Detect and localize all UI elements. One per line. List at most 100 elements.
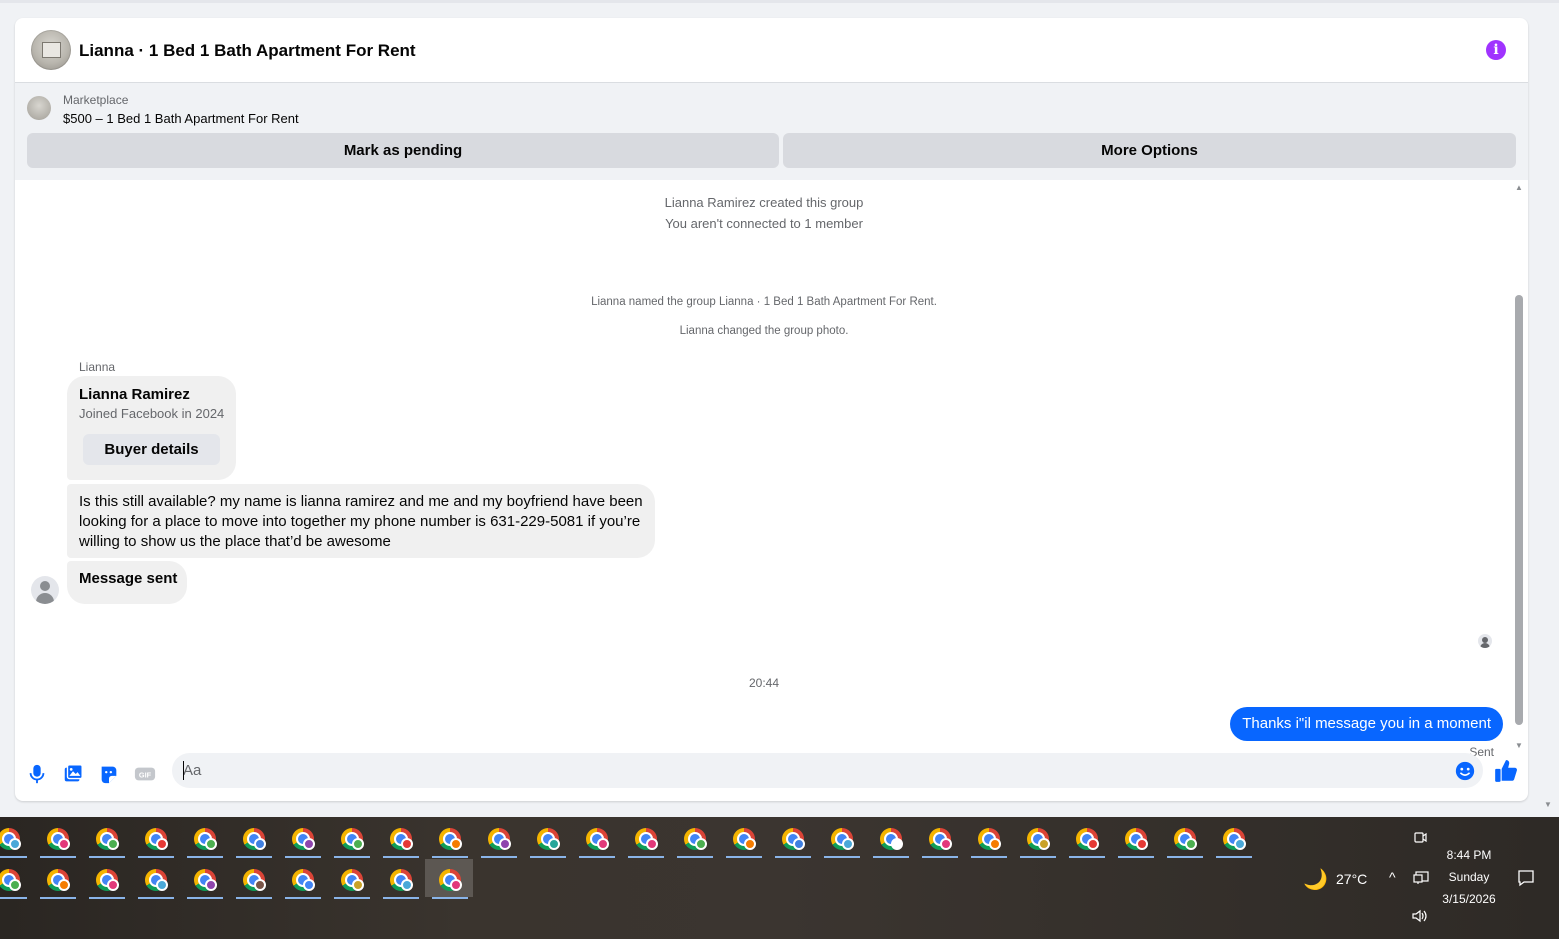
chrome-profile-icon[interactable] (530, 825, 566, 858)
contact-avatar[interactable] (31, 576, 59, 604)
sticker-icon[interactable] (98, 763, 120, 785)
sender-name: Lianna (79, 360, 116, 374)
incoming-message[interactable]: Is this still available? my name is lian… (67, 484, 655, 558)
microphone-icon[interactable] (26, 763, 48, 785)
svg-text:GIF: GIF (139, 771, 152, 780)
running-indicator (1216, 856, 1252, 858)
weather-temperature[interactable]: 27°C (1336, 871, 1367, 887)
chrome-profile-icon[interactable] (0, 866, 27, 899)
chrome-profile-icon[interactable] (0, 825, 27, 858)
network-icon[interactable] (1413, 871, 1429, 885)
system-message: You aren't connected to 1 member (665, 216, 863, 231)
profile-badge-icon (352, 838, 364, 850)
running-indicator (236, 856, 272, 858)
moon-icon[interactable]: 🌙 (1303, 867, 1328, 892)
chrome-profile-icon[interactable] (334, 825, 370, 858)
scrollbar-thumb[interactable] (1515, 295, 1523, 725)
chrome-profile-icon[interactable] (481, 825, 517, 858)
chrome-profile-icon[interactable] (677, 825, 713, 858)
chrome-profile-icon[interactable] (89, 866, 125, 899)
profile-badge-icon (401, 838, 413, 850)
chrome-profile-icon[interactable] (775, 825, 811, 858)
chrome-profile-icon[interactable] (334, 866, 370, 899)
chrome-profile-icon[interactable] (383, 825, 419, 858)
buyer-card: Lianna Ramirez Joined Facebook in 2024 B… (67, 376, 236, 480)
running-indicator (187, 897, 223, 899)
chrome-profile-icon[interactable] (285, 866, 321, 899)
scroll-down-arrow[interactable]: ▼ (1514, 741, 1524, 750)
message-input[interactable] (172, 753, 1483, 788)
profile-badge-icon (205, 838, 217, 850)
chrome-profile-icon[interactable] (138, 825, 174, 858)
listing-thumbnail[interactable] (27, 96, 51, 120)
profile-badge-icon (9, 879, 21, 891)
profile-badge-icon (1185, 838, 1197, 850)
chrome-profile-icon[interactable] (236, 866, 272, 899)
incoming-message-text: Is this still available? my name is lian… (79, 493, 643, 550)
chrome-profile-icon[interactable] (285, 825, 321, 858)
chrome-profile-icon[interactable] (40, 866, 76, 899)
running-indicator (89, 897, 125, 899)
profile-badge-icon (989, 838, 1001, 850)
chrome-profile-icon[interactable] (824, 825, 860, 858)
more-options-button[interactable]: More Options (783, 133, 1516, 168)
chrome-profile-icon[interactable] (432, 866, 468, 899)
notification-center-icon[interactable] (1517, 869, 1535, 887)
profile-badge-icon (1038, 838, 1050, 850)
clock-time[interactable]: 8:44 PM (1436, 848, 1502, 862)
emoji-icon[interactable] (1454, 760, 1476, 782)
chrome-profile-icon[interactable] (922, 825, 958, 858)
chrome-profile-icon[interactable] (628, 825, 664, 858)
chrome-profile-icon[interactable] (432, 825, 468, 858)
photo-icon[interactable] (62, 763, 84, 785)
message-list[interactable]: Lianna Ramirez created this group You ar… (15, 181, 1528, 759)
clock-day[interactable]: Sunday (1436, 870, 1502, 884)
profile-badge-icon (58, 879, 70, 891)
page-scroll-down-arrow[interactable]: ▼ (1544, 800, 1552, 809)
like-icon[interactable] (1493, 758, 1519, 784)
chrome-profile-icon[interactable] (873, 825, 909, 858)
chrome-profile-icon[interactable] (236, 825, 272, 858)
running-indicator (726, 856, 762, 858)
running-indicator (873, 856, 909, 858)
clock-date[interactable]: 3/15/2026 (1436, 892, 1502, 906)
running-indicator (775, 856, 811, 858)
chrome-profile-icon[interactable] (579, 825, 615, 858)
gif-icon[interactable]: GIF (134, 763, 156, 785)
buyer-name: Lianna Ramirez (79, 386, 190, 403)
volume-icon[interactable] (1411, 909, 1429, 923)
group-avatar[interactable] (31, 30, 71, 70)
show-hidden-icons-chevron-icon[interactable]: ^ (1389, 869, 1396, 885)
running-indicator (40, 897, 76, 899)
profile-badge-icon (450, 879, 462, 891)
scroll-up-arrow[interactable]: ▲ (1514, 183, 1524, 192)
chrome-profile-icon[interactable] (40, 825, 76, 858)
running-indicator (432, 856, 468, 858)
windows-taskbar: 🌙 27°C ^ 8:44 PM Sunday 3/15/2026 (0, 817, 1559, 939)
chrome-profile-icon[interactable] (971, 825, 1007, 858)
chat-title[interactable]: Lianna · 1 Bed 1 Bath Apartment For Rent (79, 41, 416, 61)
chrome-profile-icon[interactable] (726, 825, 762, 858)
mark-as-pending-button[interactable]: Mark as pending (27, 133, 779, 168)
chrome-profile-icon[interactable] (1118, 825, 1154, 858)
info-icon[interactable]: i (1486, 40, 1506, 60)
chrome-profile-icon[interactable] (187, 825, 223, 858)
profile-badge-icon (107, 879, 119, 891)
chrome-profile-icon[interactable] (138, 866, 174, 899)
running-indicator (530, 856, 566, 858)
chrome-profile-icon[interactable] (1020, 825, 1056, 858)
outgoing-message[interactable]: Thanks i"il message you in a moment (1230, 707, 1503, 741)
meet-now-icon[interactable] (1413, 829, 1427, 845)
chrome-profile-icon[interactable] (89, 825, 125, 858)
message-sent-bubble[interactable]: Message sent (67, 561, 187, 604)
buyer-details-button[interactable]: Buyer details (83, 434, 220, 465)
chrome-profile-icon[interactable] (1167, 825, 1203, 858)
listing-title[interactable]: $500 – 1 Bed 1 Bath Apartment For Rent (63, 111, 299, 126)
chrome-profile-icon[interactable] (1216, 825, 1252, 858)
chrome-profile-icon[interactable] (1069, 825, 1105, 858)
profile-badge-icon (793, 838, 805, 850)
profile-badge-icon (842, 838, 854, 850)
profile-badge-icon (891, 838, 903, 850)
chrome-profile-icon[interactable] (187, 866, 223, 899)
chrome-profile-icon[interactable] (383, 866, 419, 899)
